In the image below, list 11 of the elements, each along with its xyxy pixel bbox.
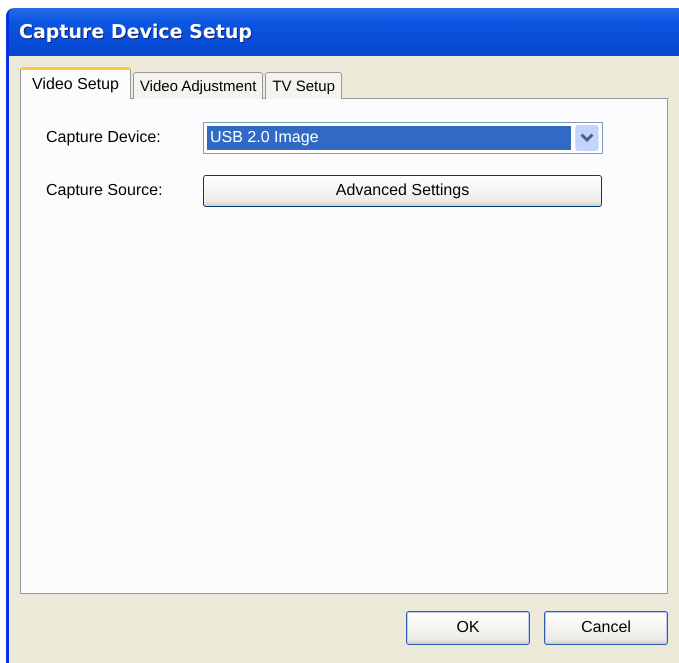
field-label: Capture Source: [46,182,164,200]
dialog-button[interactable]: Cancel [544,611,668,645]
window-title: Capture Device Setup [19,21,252,43]
tab[interactable]: Video Adjustment [132,72,264,99]
tab[interactable]: Video Setup [20,67,131,99]
dropdown[interactable]: USB 2.0 Image [203,122,603,154]
advanced-settings-button[interactable]: Advanced Settings [203,175,602,207]
chevron-down-icon [575,125,599,151]
tab[interactable]: TV Setup [265,72,342,99]
field-label: Capture Device: [46,129,162,147]
dialog-button[interactable]: OK [406,611,530,645]
